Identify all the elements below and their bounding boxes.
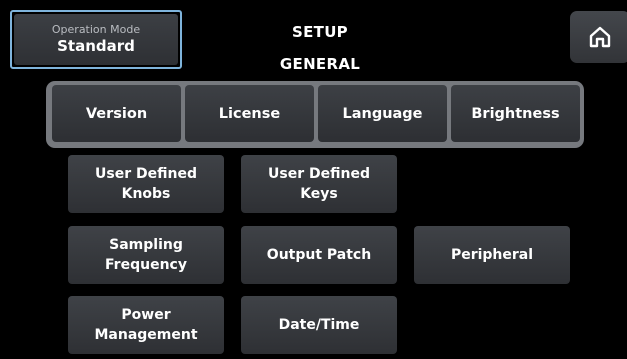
operation-mode-caption: Operation Mode xyxy=(51,23,141,36)
tab-version[interactable]: Version xyxy=(52,85,181,142)
page-title: SETUP xyxy=(292,23,348,41)
home-icon xyxy=(589,26,611,48)
peripheral-button[interactable]: Peripheral xyxy=(414,226,570,284)
user-defined-keys-button[interactable]: User Defined Keys xyxy=(241,155,397,213)
user-defined-knobs-button[interactable]: User Defined Knobs xyxy=(68,155,224,213)
tab-license[interactable]: License xyxy=(185,85,314,142)
operation-mode-button[interactable]: Operation Mode Standard xyxy=(10,10,182,69)
output-patch-button[interactable]: Output Patch xyxy=(241,226,397,284)
page-subtitle: GENERAL xyxy=(279,55,361,73)
operation-mode-value: Standard xyxy=(57,37,135,55)
sampling-frequency-button[interactable]: Sampling Frequency xyxy=(68,226,224,284)
tab-language[interactable]: Language xyxy=(318,85,447,142)
setup-tab-bar: Version License Language Brightness xyxy=(46,81,584,148)
power-management-button[interactable]: Power Management xyxy=(68,296,224,354)
tab-brightness[interactable]: Brightness xyxy=(451,85,580,142)
operation-mode-panel: Operation Mode Standard xyxy=(14,14,178,65)
home-button[interactable] xyxy=(570,11,627,63)
date-time-button[interactable]: Date/Time xyxy=(241,296,397,354)
